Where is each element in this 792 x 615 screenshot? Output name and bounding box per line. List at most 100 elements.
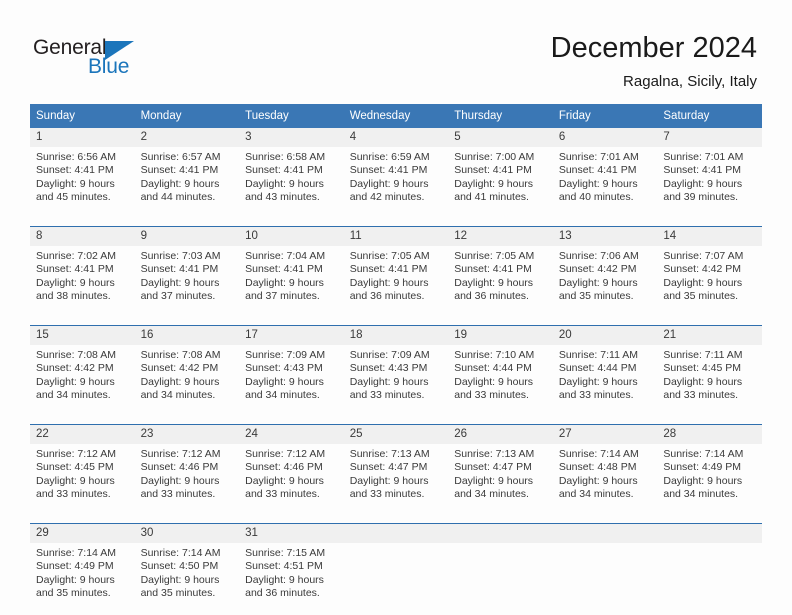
sunrise-text: Sunrise: 7:14 AM xyxy=(140,547,221,559)
day-cell[interactable]: Sunrise: 6:56 AM Sunset: 4:41 PM Dayligh… xyxy=(30,147,135,219)
day-number[interactable]: 1 xyxy=(30,128,135,147)
day-number[interactable]: 2 xyxy=(134,128,240,147)
day-number[interactable]: 19 xyxy=(448,325,553,345)
day-number-row: 22 23 24 25 26 27 28 xyxy=(30,424,762,444)
day-cell[interactable]: Sunrise: 7:12 AM Sunset: 4:45 PM Dayligh… xyxy=(30,444,135,516)
daylight-text-1: Daylight: 9 hours xyxy=(663,177,743,190)
week-spacer xyxy=(30,318,762,326)
day-cell[interactable]: Sunrise: 7:10 AM Sunset: 4:44 PM Dayligh… xyxy=(448,345,553,417)
daylight-text-2: and 38 minutes. xyxy=(36,290,111,303)
day-number[interactable]: 20 xyxy=(552,325,658,345)
day-cell[interactable]: Sunrise: 7:04 AM Sunset: 4:41 PM Dayligh… xyxy=(239,246,344,318)
day-number[interactable]: 26 xyxy=(448,424,553,444)
day-cell[interactable]: Sunrise: 7:01 AM Sunset: 4:41 PM Dayligh… xyxy=(657,147,762,219)
day-cell-empty xyxy=(657,543,762,615)
general-blue-logo[interactable]: General Blue xyxy=(33,36,163,84)
day-cell[interactable]: Sunrise: 7:05 AM Sunset: 4:41 PM Dayligh… xyxy=(448,246,553,318)
sunrise-text: Sunrise: 7:05 AM xyxy=(349,250,430,262)
day-cell[interactable]: Sunrise: 7:11 AM Sunset: 4:44 PM Dayligh… xyxy=(552,345,658,417)
day-number[interactable]: 16 xyxy=(134,325,240,345)
day-number[interactable]: 21 xyxy=(657,325,762,345)
day-number[interactable]: 3 xyxy=(239,128,344,147)
day-cell[interactable]: Sunrise: 7:08 AM Sunset: 4:42 PM Dayligh… xyxy=(30,345,135,417)
sunset-text: Sunset: 4:46 PM xyxy=(245,461,323,474)
daylight-text-2: and 36 minutes. xyxy=(349,290,425,303)
day-number[interactable]: 22 xyxy=(30,424,135,444)
day-cell[interactable]: Sunrise: 7:14 AM Sunset: 4:50 PM Dayligh… xyxy=(134,543,240,615)
day-cell[interactable]: Sunrise: 7:12 AM Sunset: 4:46 PM Dayligh… xyxy=(239,444,344,516)
day-number[interactable]: 29 xyxy=(30,523,135,543)
daylight-text-1: Daylight: 9 hours xyxy=(36,573,115,586)
day-number[interactable]: 13 xyxy=(552,226,658,246)
day-cell[interactable]: Sunrise: 7:13 AM Sunset: 4:47 PM Dayligh… xyxy=(343,444,449,516)
sunset-text: Sunset: 4:42 PM xyxy=(140,362,219,375)
day-cell[interactable]: Sunrise: 7:12 AM Sunset: 4:46 PM Dayligh… xyxy=(134,444,240,516)
day-cell[interactable]: Sunrise: 7:05 AM Sunset: 4:41 PM Dayligh… xyxy=(343,246,449,318)
day-number[interactable]: 31 xyxy=(239,523,344,543)
day-number[interactable]: 14 xyxy=(657,226,762,246)
day-number[interactable]: 25 xyxy=(343,424,449,444)
day-cell[interactable]: Sunrise: 7:01 AM Sunset: 4:41 PM Dayligh… xyxy=(552,147,658,219)
day-number[interactable]: 8 xyxy=(30,226,135,246)
day-number[interactable]: 5 xyxy=(448,128,553,147)
day-cell[interactable]: Sunrise: 7:14 AM Sunset: 4:49 PM Dayligh… xyxy=(30,543,135,615)
day-number[interactable]: 17 xyxy=(239,325,344,345)
sunrise-text: Sunrise: 7:11 AM xyxy=(558,349,638,361)
daylight-text-1: Daylight: 9 hours xyxy=(140,474,220,487)
day-cell[interactable]: Sunrise: 7:11 AM Sunset: 4:45 PM Dayligh… xyxy=(657,345,762,417)
day-cell[interactable]: Sunrise: 6:57 AM Sunset: 4:41 PM Dayligh… xyxy=(134,147,240,219)
daylight-text-1: Daylight: 9 hours xyxy=(36,474,115,487)
weekday-header-row: Sunday Monday Tuesday Wednesday Thursday… xyxy=(30,104,762,128)
sunset-text: Sunset: 4:47 PM xyxy=(349,461,428,474)
day-number[interactable]: 7 xyxy=(657,128,762,147)
sunrise-text: Sunrise: 7:14 AM xyxy=(558,448,639,460)
weekday-header-wednesday: Wednesday xyxy=(343,104,449,128)
day-cell[interactable]: Sunrise: 7:07 AM Sunset: 4:42 PM Dayligh… xyxy=(657,246,762,318)
daylight-text-1: Daylight: 9 hours xyxy=(245,573,324,586)
weekday-header-thursday: Thursday xyxy=(448,104,553,128)
day-number[interactable]: 28 xyxy=(657,424,762,444)
daylight-text-1: Daylight: 9 hours xyxy=(245,375,324,388)
sunset-text: Sunset: 4:51 PM xyxy=(245,560,323,573)
day-cell[interactable]: Sunrise: 7:02 AM Sunset: 4:41 PM Dayligh… xyxy=(30,246,135,318)
day-cell[interactable]: Sunrise: 7:06 AM Sunset: 4:42 PM Dayligh… xyxy=(552,246,658,318)
daylight-text-2: and 33 minutes. xyxy=(36,488,111,501)
sunrise-text: Sunrise: 7:02 AM xyxy=(36,250,116,262)
day-number[interactable]: 10 xyxy=(239,226,344,246)
daylight-text-2: and 34 minutes. xyxy=(663,488,739,501)
day-cell[interactable]: Sunrise: 7:09 AM Sunset: 4:43 PM Dayligh… xyxy=(239,345,344,417)
daylight-text-2: and 36 minutes. xyxy=(454,290,529,303)
daylight-text-1: Daylight: 9 hours xyxy=(454,177,534,190)
day-cell[interactable]: Sunrise: 7:13 AM Sunset: 4:47 PM Dayligh… xyxy=(448,444,553,516)
day-number[interactable]: 23 xyxy=(134,424,240,444)
daylight-text-2: and 44 minutes. xyxy=(140,191,216,204)
day-number[interactable]: 12 xyxy=(448,226,553,246)
day-number[interactable]: 6 xyxy=(552,128,658,147)
day-cell[interactable]: Sunrise: 7:03 AM Sunset: 4:41 PM Dayligh… xyxy=(134,246,240,318)
day-number[interactable]: 30 xyxy=(134,523,240,543)
day-cell[interactable]: Sunrise: 6:59 AM Sunset: 4:41 PM Dayligh… xyxy=(343,147,449,219)
sunrise-text: Sunrise: 7:12 AM xyxy=(140,448,221,460)
day-number[interactable]: 11 xyxy=(343,226,449,246)
day-number[interactable]: 27 xyxy=(552,424,658,444)
sunrise-text: Sunrise: 7:04 AM xyxy=(245,250,326,262)
day-number[interactable]: 24 xyxy=(239,424,344,444)
day-number[interactable]: 15 xyxy=(30,325,135,345)
daylight-text-2: and 33 minutes. xyxy=(349,488,425,501)
day-cell[interactable]: Sunrise: 7:09 AM Sunset: 4:43 PM Dayligh… xyxy=(343,345,449,417)
day-cell[interactable]: Sunrise: 7:00 AM Sunset: 4:41 PM Dayligh… xyxy=(448,147,553,219)
sunrise-text: Sunrise: 7:09 AM xyxy=(245,349,326,361)
daylight-text-1: Daylight: 9 hours xyxy=(349,474,429,487)
day-number-empty xyxy=(657,523,762,543)
calendar-body: 1 2 3 4 5 6 7 Sunrise: 6:56 AM Sunset: 4… xyxy=(30,128,762,615)
day-cell[interactable]: Sunrise: 7:14 AM Sunset: 4:48 PM Dayligh… xyxy=(552,444,658,516)
day-cell[interactable]: Sunrise: 7:14 AM Sunset: 4:49 PM Dayligh… xyxy=(657,444,762,516)
day-cell[interactable]: Sunrise: 7:15 AM Sunset: 4:51 PM Dayligh… xyxy=(239,543,344,615)
day-cell[interactable]: Sunrise: 7:08 AM Sunset: 4:42 PM Dayligh… xyxy=(134,345,240,417)
day-number[interactable]: 4 xyxy=(343,128,449,147)
day-number[interactable]: 9 xyxy=(134,226,240,246)
week-spacer xyxy=(30,516,762,524)
day-number[interactable]: 18 xyxy=(343,325,449,345)
daylight-text-2: and 45 minutes. xyxy=(36,191,111,204)
day-cell[interactable]: Sunrise: 6:58 AM Sunset: 4:41 PM Dayligh… xyxy=(239,147,344,219)
